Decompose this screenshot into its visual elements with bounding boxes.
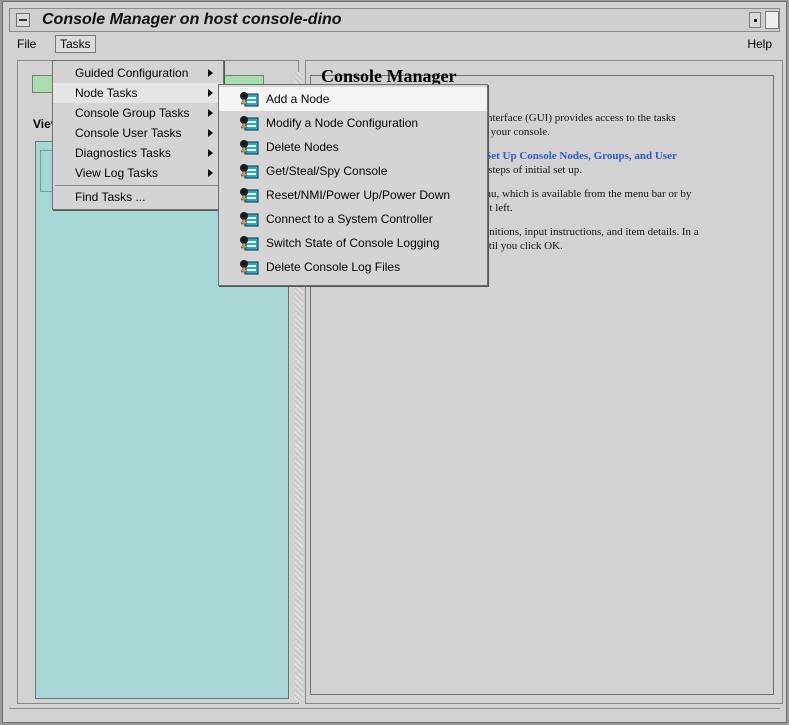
submenu-item-get-steal-spy-console[interactable]: Get/Steal/Spy Console: [219, 159, 487, 183]
menu-item-label: Console User Tasks: [75, 126, 182, 140]
tasks-dropdown-menu: Guided Configuration Node Tasks Console …: [52, 60, 224, 210]
maximize-button[interactable]: [765, 11, 779, 29]
window-title: Console Manager on host console-dino: [42, 11, 342, 28]
menu-tasks[interactable]: Tasks: [55, 35, 96, 53]
submenu-item-label: Delete Console Log Files: [266, 260, 401, 274]
menu-item-view-log-tasks[interactable]: View Log Tasks: [53, 163, 223, 183]
bottom-bar: [9, 708, 780, 721]
menu-file[interactable]: File: [13, 36, 40, 52]
submenu-item-label: Switch State of Console Logging: [266, 236, 440, 250]
submenu-item-delete-console-log-files[interactable]: Delete Console Log Files: [219, 255, 487, 279]
submenu-arrow-icon: [208, 169, 213, 177]
menu-item-label: Guided Configuration: [75, 66, 189, 80]
menu-item-diagnostics-tasks[interactable]: Diagnostics Tasks: [53, 143, 223, 163]
help-line-4: the steps of initial set up.: [472, 164, 582, 176]
submenu-item-modify-node-configuration[interactable]: Modify a Node Configuration: [219, 111, 487, 135]
task-icon: [240, 116, 259, 131]
submenu-arrow-icon: [208, 129, 213, 137]
submenu-item-reset-nmi-power[interactable]: Reset/NMI/Power Up/Power Down: [219, 183, 487, 207]
menu-item-node-tasks[interactable]: Node Tasks: [53, 83, 223, 103]
submenu-item-switch-console-logging[interactable]: Switch State of Console Logging: [219, 231, 487, 255]
help-line-5: menu, which is available from the menu b…: [472, 188, 692, 200]
menu-item-label: Node Tasks: [75, 86, 138, 100]
menu-item-console-user-tasks[interactable]: Console User Tasks: [53, 123, 223, 143]
menu-bar: File Tasks Help: [9, 34, 780, 54]
submenu-item-label: Get/Steal/Spy Console: [266, 164, 388, 178]
help-line-1: er Interface (GUI) provides access to th…: [472, 112, 676, 124]
task-icon: [240, 212, 259, 227]
help-line-7: definitions, input instructions, and ite…: [472, 226, 699, 238]
submenu-arrow-icon: [208, 109, 213, 117]
node-tasks-submenu: Add a Node Modify a Node Configuration D…: [218, 84, 488, 286]
submenu-item-connect-system-controller[interactable]: Connect to a System Controller: [219, 207, 487, 231]
submenu-item-label: Delete Nodes: [266, 140, 339, 154]
submenu-item-label: Add a Node: [266, 92, 330, 106]
menu-item-label: Diagnostics Tasks: [75, 146, 171, 160]
submenu-arrow-icon: [208, 69, 213, 77]
menu-item-label: Console Group Tasks: [75, 106, 190, 120]
submenu-arrow-icon: [208, 149, 213, 157]
help-line-3: he Set Up Console Nodes, Groups, and Use…: [472, 150, 677, 162]
task-icon: [240, 236, 259, 251]
submenu-item-delete-nodes[interactable]: Delete Nodes: [219, 135, 487, 159]
submenu-item-label: Connect to a System Controller: [266, 212, 433, 226]
task-icon: [240, 92, 259, 107]
submenu-item-add-a-node[interactable]: Add a Node: [219, 87, 487, 111]
minimize-button[interactable]: [749, 12, 761, 28]
task-icon: [240, 140, 259, 155]
menu-item-label: Find Tasks ...: [75, 190, 146, 204]
menu-item-guided-configuration[interactable]: Guided Configuration: [53, 63, 223, 83]
submenu-item-label: Reset/NMI/Power Up/Power Down: [266, 188, 451, 202]
submenu-arrow-icon: [208, 89, 213, 97]
setup-link[interactable]: Set Up Console Nodes, Groups, and User: [485, 150, 677, 162]
title-bar[interactable]: Console Manager on host console-dino: [9, 8, 780, 32]
task-icon: [240, 164, 259, 179]
menu-help[interactable]: Help: [743, 36, 776, 52]
menu-item-console-group-tasks[interactable]: Console Group Tasks: [53, 103, 223, 123]
window-menu-button[interactable]: [16, 13, 30, 27]
menu-item-find-tasks[interactable]: Find Tasks ...: [53, 187, 223, 207]
menu-separator: [55, 185, 221, 186]
task-icon: [240, 188, 259, 203]
submenu-item-label: Modify a Node Configuration: [266, 116, 419, 130]
task-icon: [240, 260, 259, 275]
menu-item-label: View Log Tasks: [75, 166, 158, 180]
